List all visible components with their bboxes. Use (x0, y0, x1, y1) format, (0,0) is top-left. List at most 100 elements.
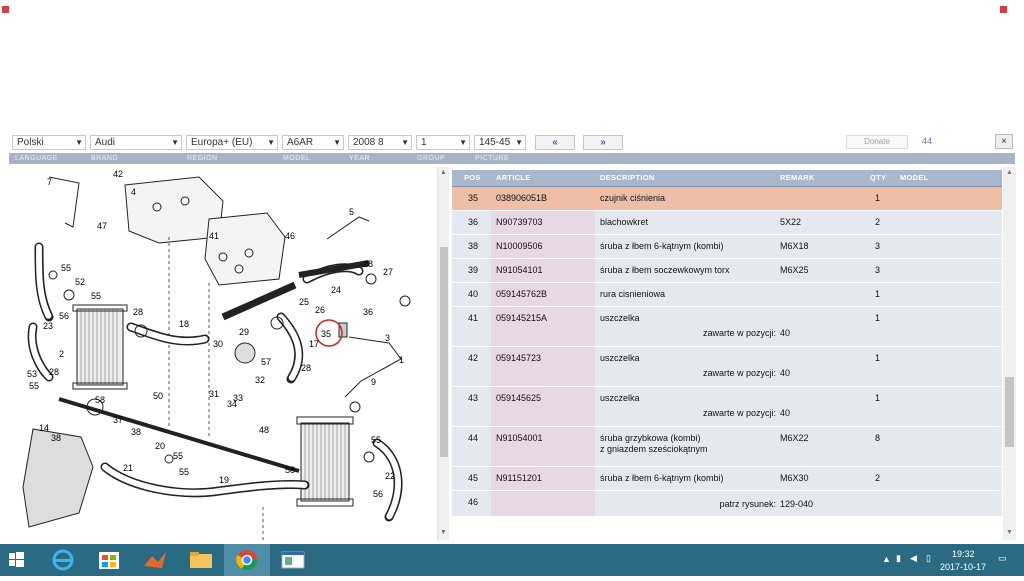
cell-note-value[interactable]: 40 (780, 328, 790, 339)
callout-label[interactable]: 38 (51, 433, 61, 443)
cell-note-value[interactable]: 40 (780, 408, 790, 419)
region-select[interactable]: Europa+ (EU) ▼ (186, 135, 278, 150)
callout-label[interactable]: 23 (43, 321, 53, 331)
callout-label[interactable]: 30 (213, 339, 223, 349)
network-icon[interactable]: ▮ (896, 553, 901, 564)
callout-label[interactable]: 19 (219, 475, 229, 485)
callout-label[interactable]: 22 (385, 471, 395, 481)
notification-icon[interactable]: ▭ (998, 553, 1007, 564)
donate-button[interactable]: Donate (846, 135, 908, 149)
callout-label[interactable]: 9 (371, 377, 376, 387)
callout-label[interactable]: 53 (27, 369, 37, 379)
group-select[interactable]: 1 ▼ (416, 135, 470, 150)
callout-label[interactable]: 17 (309, 339, 319, 349)
taskbar-chrome[interactable] (224, 544, 270, 576)
callout-label[interactable]: 31 (209, 389, 219, 399)
scroll-down-icon[interactable]: ▼ (1006, 529, 1013, 536)
callout-label[interactable]: 1 (399, 355, 404, 365)
volume-icon[interactable]: ◀ (910, 553, 917, 564)
table-scrollbar[interactable]: ▲ ▼ (1003, 167, 1016, 540)
scroll-down-icon[interactable]: ▼ (440, 529, 447, 536)
callout-label[interactable]: 32 (255, 375, 265, 385)
callout-label[interactable]: 56 (59, 311, 69, 321)
parts-diagram[interactable]: 7 42 4 47 41 46 5 55 52 55 28 56 23 2 53… (9, 167, 437, 540)
callout-label[interactable]: 56 (373, 489, 383, 499)
close-button[interactable]: × (995, 134, 1013, 149)
callout-label[interactable]: 58 (285, 465, 295, 475)
callout-label[interactable]: 55 (173, 451, 183, 461)
callout-label[interactable]: 28 (133, 307, 143, 317)
callout-label[interactable]: 28 (301, 363, 311, 373)
language-select[interactable]: Polski ▼ (12, 135, 86, 150)
table-row[interactable]: 42 059145723 uszczelka 1 zawarte w pozycji: 4… (452, 347, 1002, 387)
table-row[interactable]: 41 059145215A uszczelka 1 zawarte w pozycji:… (452, 307, 1002, 347)
scroll-up-icon[interactable]: ▲ (440, 169, 447, 176)
callout-label[interactable]: 14 (39, 423, 49, 433)
scrollbar-thumb[interactable] (1005, 377, 1014, 447)
callout-label[interactable]: 34 (227, 399, 237, 409)
diagram-scrollbar[interactable]: ▲ ▼ (437, 167, 449, 540)
callout-label[interactable]: 35 (321, 329, 331, 339)
scrollbar-thumb[interactable] (440, 247, 448, 457)
callout-label[interactable]: 46 (285, 231, 295, 241)
table-row[interactable]: 46 patrz rysunek: 129-040 (452, 491, 1002, 517)
callout-label[interactable]: 55 (61, 263, 71, 273)
brand-select[interactable]: Audi ▼ (90, 135, 182, 150)
callout-label[interactable]: 26 (315, 305, 325, 315)
table-row[interactable]: 38 N10009506 śruba z łbem 6-kątnym (kombi)… (452, 235, 1002, 259)
callout-label[interactable]: 52 (75, 277, 85, 287)
callout-label[interactable]: 42 (113, 169, 123, 179)
callout-label[interactable]: 47 (97, 221, 107, 231)
callout-label[interactable]: 55 (91, 291, 101, 301)
callout-label[interactable]: 7 (47, 177, 52, 187)
year-select[interactable]: 2008 8 ▼ (348, 135, 412, 150)
table-row[interactable]: 44 N91054001 śruba grzybkowa (kombi) z gnia… (452, 427, 1002, 467)
table-row[interactable]: 35 038906051B czujnik ciśnienia 1 (452, 187, 1002, 211)
callout-label[interactable]: 28 (49, 367, 59, 377)
battery-icon[interactable]: ▯ (926, 553, 931, 564)
callout-label[interactable]: 24 (331, 285, 341, 295)
model-select[interactable]: A6AR ▼ (282, 135, 344, 150)
next-picture-button[interactable]: » (583, 135, 623, 150)
callout-label[interactable]: 41 (209, 231, 219, 241)
table-row[interactable]: 39 N91054101 śruba z łbem soczewkowym torx… (452, 259, 1002, 283)
callout-label[interactable]: 55 (371, 435, 381, 445)
callout-label[interactable]: 38 (131, 427, 141, 437)
taskbar-window-app[interactable] (270, 544, 316, 576)
clock-time[interactable]: 19:32 (952, 549, 975, 559)
table-row[interactable]: 36 N90739703 blachowkret 5X22 2 (452, 211, 1002, 235)
tray-up-arrow-icon[interactable]: ▲ (882, 554, 891, 564)
callout-label[interactable]: 2 (59, 349, 64, 359)
callout-label[interactable]: 4 (131, 187, 136, 197)
callout-label[interactable]: 36 (363, 307, 373, 317)
prev-picture-button[interactable]: « (535, 135, 575, 150)
picture-select[interactable]: 145-45 ▼ (474, 135, 526, 150)
clock-date[interactable]: 2017-10-17 (940, 562, 986, 572)
callout-label[interactable]: 27 (383, 267, 393, 277)
callout-label[interactable]: 28 (363, 259, 373, 269)
table-row[interactable]: 40 059145762B rura cisnieniowa 1 (452, 283, 1002, 307)
callout-label[interactable]: 18 (179, 319, 189, 329)
callout-label[interactable]: 21 (123, 463, 133, 473)
callout-label[interactable]: 58 (95, 395, 105, 405)
scroll-up-icon[interactable]: ▲ (1006, 169, 1013, 176)
callout-label[interactable]: 55 (179, 467, 189, 477)
callout-label[interactable]: 25 (299, 297, 309, 307)
cell-note-value[interactable]: 40 (780, 368, 790, 379)
callout-label[interactable]: 29 (239, 327, 249, 337)
taskbar-ie[interactable] (40, 544, 86, 576)
taskbar-explorer[interactable] (178, 544, 224, 576)
callout-label[interactable]: 5 (349, 207, 354, 217)
cell-note-value[interactable]: 129-040 (780, 499, 813, 510)
callout-label[interactable]: 50 (153, 391, 163, 401)
callout-label[interactable]: 3 (385, 333, 390, 343)
taskbar-matlab[interactable] (132, 544, 178, 576)
callout-label[interactable]: 57 (261, 357, 271, 367)
callout-label[interactable]: 55 (29, 381, 39, 391)
callout-label[interactable]: 48 (259, 425, 269, 435)
callout-label[interactable]: 20 (155, 441, 165, 451)
table-row[interactable]: 45 N91151201 śruba z łbem 6-kątnym (kombi)… (452, 467, 1002, 491)
taskbar-store[interactable] (86, 544, 132, 576)
table-row[interactable]: 43 059145625 uszczelka 1 zawarte w pozycji: 4… (452, 387, 1002, 427)
callout-label[interactable]: 37 (113, 415, 123, 425)
